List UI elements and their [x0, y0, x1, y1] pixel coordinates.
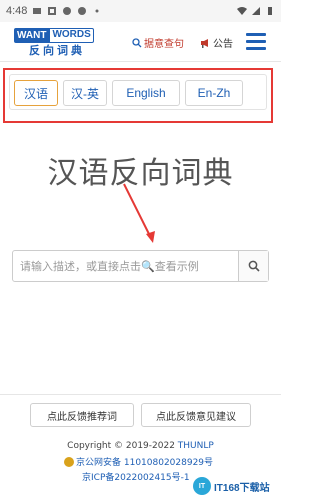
- app-icon-2: [78, 7, 87, 15]
- random-search-label: 据意查句: [144, 39, 184, 50]
- wantwords-logo[interactable]: WANT WORDS 反向词典: [14, 28, 94, 58]
- signal-icon: [252, 7, 260, 15]
- site-watermark: IT IT168下载站: [193, 474, 279, 498]
- watermark-logo-icon: IT: [193, 477, 211, 495]
- dot-icon: [95, 9, 99, 13]
- annotation-arrow: [123, 183, 155, 243]
- app-header: WANT WORDS 反向词典 据意查句 公告: [0, 22, 281, 62]
- search-input[interactable]: [13, 251, 238, 281]
- megaphone-icon: [201, 38, 208, 48]
- feedback-suggestions-button[interactable]: 点此反馈意见建议: [141, 403, 251, 427]
- highlight-box: 汉语 汉-英 English En-Zh: [3, 68, 273, 123]
- battery-icon: [268, 7, 272, 15]
- feedback-words-button[interactable]: 点此反馈推荐词: [30, 403, 134, 427]
- copyright: Copyright © 2019-2022 THUNLP: [0, 441, 281, 451]
- tab-chinese-english[interactable]: 汉-英: [63, 80, 107, 106]
- logo-words: WORDS: [49, 28, 94, 43]
- gongan-record[interactable]: 京公网安备 11010802028929号: [64, 455, 213, 468]
- search-icon: [248, 260, 260, 272]
- wifi-icon: [237, 7, 247, 15]
- menu-icon[interactable]: [246, 33, 266, 50]
- icp-record[interactable]: 京ICP备2022002415号-1: [82, 470, 190, 483]
- thunlp-link[interactable]: THUNLP: [178, 441, 214, 451]
- logo-want: WANT: [14, 28, 50, 43]
- status-time: 4:48: [6, 5, 28, 17]
- status-bar: 4:48: [0, 0, 281, 22]
- notice-label: 公告: [213, 39, 233, 50]
- search-bar: [12, 250, 269, 282]
- photo-icon: [48, 7, 57, 15]
- search-icon: [132, 37, 142, 47]
- random-search-link[interactable]: 据意查句: [132, 35, 184, 50]
- logo-subtitle: 反向词典: [29, 44, 85, 57]
- police-badge-icon: [64, 456, 74, 467]
- tab-english[interactable]: English: [112, 80, 180, 106]
- notification-icons: [32, 6, 102, 16]
- system-icons: [237, 6, 275, 16]
- tab-chinese[interactable]: 汉语: [14, 80, 58, 106]
- tab-english-chinese[interactable]: En-Zh: [185, 80, 243, 106]
- search-button[interactable]: [238, 251, 268, 281]
- gongan-text: 京公网安备 11010802028929号: [76, 458, 214, 468]
- watermark-text: IT168下载站: [214, 482, 270, 494]
- copyright-text: Copyright © 2019-2022: [67, 441, 178, 451]
- app-icon: [63, 7, 72, 15]
- mail-icon: [33, 8, 42, 14]
- language-tabs: 汉语 汉-英 English En-Zh: [9, 74, 267, 110]
- footer-divider: [0, 394, 281, 395]
- notice-link[interactable]: 公告: [200, 35, 233, 50]
